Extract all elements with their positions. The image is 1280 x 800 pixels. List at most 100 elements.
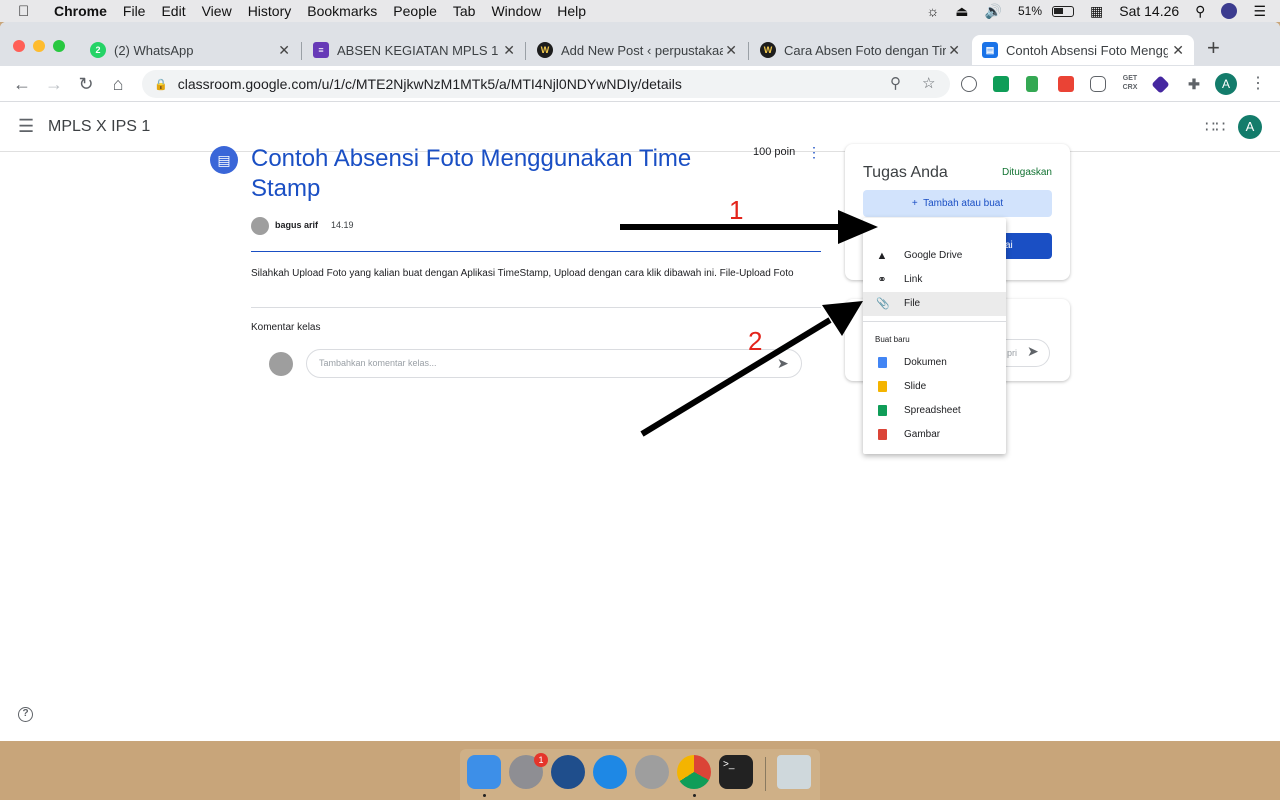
globe-extension-icon[interactable]: [961, 76, 977, 92]
link-icon: ⚭: [877, 274, 887, 286]
slides-icon: [876, 375, 888, 401]
get-crx-extension-icon[interactable]: GET CRX: [1120, 74, 1140, 94]
eject-icon[interactable]: ⏏: [955, 3, 968, 20]
terminal-icon[interactable]: >_: [719, 755, 753, 789]
quicktime-icon[interactable]: [551, 755, 585, 789]
tab-whatsapp[interactable]: 2 (2) WhatsApp ✕: [80, 35, 300, 65]
safari-icon[interactable]: [593, 755, 627, 789]
tab-contoh-absensi[interactable]: ▤ Contoh Absensi Foto Mengg ✕: [972, 35, 1194, 65]
notification-badge: 1: [534, 753, 548, 767]
forward-icon[interactable]: →: [42, 72, 66, 96]
menu-item-label: File: [904, 298, 921, 309]
browser-toolbar: ← → ↻ ⌂ 🔒 classroom.google.com/u/1/c/MTE…: [0, 66, 1280, 102]
lock-icon[interactable]: 🔒: [154, 78, 168, 91]
google-apps-icon[interactable]: ∷∷: [1205, 117, 1225, 137]
spotlight-search-icon[interactable]: ⚲: [1195, 3, 1205, 20]
control-center-icon[interactable]: ☰: [1253, 3, 1266, 20]
assignment-status: Ditugaskan: [1001, 167, 1052, 178]
menu-view[interactable]: View: [202, 3, 232, 19]
drive-icon: ▲: [876, 250, 888, 262]
close-tab-icon[interactable]: ✕: [503, 42, 515, 59]
address-bar[interactable]: 🔒 classroom.google.com/u/1/c/MTE2NjkwNzM…: [142, 70, 950, 98]
sheets-extension-icon[interactable]: [993, 76, 1009, 92]
menu-item-google-drive[interactable]: ▲ Google Drive: [863, 244, 1006, 268]
bookmark-star-icon[interactable]: ☆: [922, 74, 935, 92]
menu-item-label: Spreadsheet: [904, 405, 961, 416]
menu-item-drawings[interactable]: Gambar: [863, 423, 1006, 447]
tab-add-new-post[interactable]: W Add New Post ‹ perpustakaa ✕: [527, 35, 747, 65]
profile-avatar[interactable]: A: [1215, 73, 1237, 95]
menu-item-label: Slide: [904, 381, 927, 392]
class-title[interactable]: MPLS X IPS 1: [48, 118, 150, 136]
tab-separator: [748, 42, 749, 60]
forms-icon: ≡: [313, 42, 329, 58]
extensions-puzzle-icon[interactable]: ✚: [1186, 76, 1202, 92]
clock[interactable]: Sat 14.26: [1119, 3, 1179, 19]
red-extension-icon[interactable]: [1058, 76, 1074, 92]
creative-cloud-icon[interactable]: ☼: [926, 3, 939, 19]
reload-icon[interactable]: ↻: [74, 72, 98, 96]
finder-icon[interactable]: [467, 755, 501, 789]
send-comment-icon[interactable]: ➤: [777, 355, 789, 372]
plus-icon: +: [911, 198, 918, 209]
apple-menu-icon[interactable]: : [18, 3, 40, 20]
add-or-create-label: Tambah atau buat: [923, 198, 1004, 209]
battery-icon[interactable]: [1052, 5, 1074, 17]
minimize-window-button[interactable]: [33, 40, 45, 52]
zoom-icon[interactable]: ⚲: [890, 74, 901, 92]
author-name: bagus arif: [275, 220, 319, 230]
menu-item-slides[interactable]: Slide: [863, 375, 1006, 399]
chrome-menu-icon[interactable]: ⋮: [1246, 72, 1270, 96]
class-comment-input[interactable]: Tambahkan komentar kelas...: [306, 349, 802, 378]
menu-history[interactable]: History: [248, 3, 292, 19]
new-tab-button[interactable]: +: [1207, 35, 1220, 61]
account-avatar[interactable]: A: [1238, 115, 1262, 139]
add-or-create-button[interactable]: + Tambah atau buat: [863, 190, 1052, 217]
chat-extension-icon[interactable]: [1090, 76, 1106, 92]
menu-item-file[interactable]: 📎 File: [863, 292, 1006, 316]
tab-strip: 2 (2) WhatsApp ✕ ≡ ABSEN KEGIATAN MPLS 1…: [0, 22, 1280, 66]
assignment-description: Silahkah Upload Foto yang kalian buat de…: [251, 268, 794, 279]
menu-bookmarks[interactable]: Bookmarks: [307, 3, 377, 19]
help-icon[interactable]: ?: [18, 707, 33, 722]
siri-icon[interactable]: [1221, 3, 1238, 19]
calendar-icon[interactable]: ▦: [1090, 3, 1103, 20]
url-text[interactable]: classroom.google.com/u/1/c/MTE2NjkwNzM1M…: [178, 76, 682, 92]
docs-icon: [876, 351, 888, 377]
menu-item-label: Google Drive: [904, 250, 963, 261]
menu-people[interactable]: People: [393, 3, 437, 19]
whatsapp-icon: 2: [90, 42, 106, 58]
annotation-number-2: 2: [748, 326, 763, 356]
more-options-icon[interactable]: ⋮: [807, 144, 821, 161]
tab-absen-form[interactable]: ≡ ABSEN KEGIATAN MPLS 13 ✕: [303, 35, 525, 65]
menu-app-name[interactable]: Chrome: [54, 3, 107, 19]
send-private-comment-icon[interactable]: ➤: [1027, 343, 1039, 360]
trash-icon[interactable]: [777, 755, 811, 789]
close-tab-icon[interactable]: ✕: [948, 42, 960, 59]
menu-item-sheets[interactable]: Spreadsheet: [863, 399, 1006, 423]
purple-extension-icon[interactable]: [1151, 75, 1170, 94]
tab-cara-absen[interactable]: W Cara Absen Foto dengan Tim ✕: [750, 35, 970, 65]
menu-item-docs[interactable]: Dokumen: [863, 351, 1006, 375]
home-icon[interactable]: ⌂: [106, 72, 130, 96]
menu-item-link[interactable]: ⚭ Link: [863, 268, 1006, 292]
menu-tab[interactable]: Tab: [453, 3, 476, 19]
close-tab-icon[interactable]: ✕: [278, 42, 290, 59]
close-tab-icon[interactable]: ✕: [1172, 42, 1184, 59]
volume-icon[interactable]: 🔊: [985, 3, 1002, 20]
menu-item-label: Gambar: [904, 429, 941, 440]
docs-extension-icon[interactable]: [1026, 76, 1038, 92]
close-tab-icon[interactable]: ✕: [725, 42, 737, 59]
sheets-icon: [876, 399, 888, 425]
menu-window[interactable]: Window: [491, 3, 541, 19]
launchpad-icon[interactable]: [635, 755, 669, 789]
zoom-window-button[interactable]: [53, 40, 65, 52]
menu-edit[interactable]: Edit: [161, 3, 185, 19]
hamburger-menu-icon[interactable]: ☰: [18, 116, 34, 137]
running-indicator: [483, 794, 486, 797]
chrome-icon[interactable]: [677, 755, 711, 789]
back-icon[interactable]: ←: [10, 72, 34, 96]
menu-help[interactable]: Help: [557, 3, 586, 19]
close-window-button[interactable]: [13, 40, 25, 52]
menu-file[interactable]: File: [123, 3, 146, 19]
